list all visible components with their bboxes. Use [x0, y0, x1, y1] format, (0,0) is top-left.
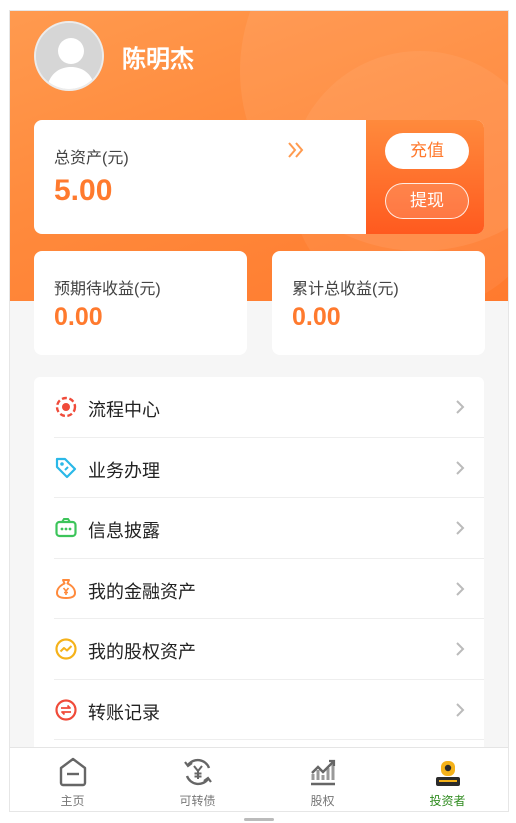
transfer-record-icon	[55, 698, 77, 721]
tab-label: 可转债	[179, 794, 216, 808]
total-assets-value: 5.00	[54, 174, 113, 207]
info-disclosure-icon	[55, 518, 77, 538]
expected-earnings-value: 0.00	[54, 303, 103, 331]
menu-item-equity-assets[interactable]: 我的股权资产	[54, 619, 484, 680]
menu-item-label: 我的股权资产	[88, 642, 196, 662]
chevron-right-icon	[456, 400, 465, 414]
menu-item-label: 转账记录	[88, 702, 160, 723]
menu-item-label: 流程中心	[88, 400, 160, 420]
tab-convertible-bond[interactable]: 可转债	[135, 748, 260, 811]
menu-item-label: 我的金融资产	[88, 581, 196, 602]
withdraw-button[interactable]: 提现	[385, 183, 469, 219]
tab-label: 投资者	[429, 794, 466, 808]
avatar[interactable]	[34, 21, 104, 91]
tab-label: 股权	[310, 794, 335, 808]
tab-equity[interactable]: 股权	[260, 748, 385, 811]
convertible-bond-icon	[183, 758, 212, 786]
equity-chart-icon	[55, 638, 77, 660]
tab-label: 主页	[60, 794, 85, 808]
money-bag-icon	[56, 578, 76, 599]
bottom-tab-bar: 主页 可转债 股权 投资者	[10, 747, 508, 811]
total-assets-card: 总资产(元) 5.00 充值 提现	[34, 120, 484, 234]
user-name: 陈明杰	[122, 46, 194, 73]
chevron-right-icon	[456, 702, 465, 717]
recharge-button[interactable]: 充值	[385, 133, 469, 169]
total-assets-label: 总资产(元)	[54, 150, 129, 167]
menu-item-info-disclosure[interactable]: 信息披露	[54, 498, 484, 559]
investor-icon	[435, 761, 460, 786]
home-indicator	[244, 818, 274, 821]
business-tag-icon	[55, 457, 77, 478]
menu-item-label: 业务办理	[88, 460, 160, 481]
menu-item-financial-assets[interactable]: 我的金融资产	[54, 559, 484, 619]
asset-actions: 充值 提现	[366, 120, 484, 234]
menu-item-transfer-records[interactable]: 转账记录	[54, 680, 484, 740]
menu-item-label: 信息披露	[88, 521, 160, 541]
chevron-right-icon	[456, 521, 465, 535]
chevron-right-icon	[456, 642, 465, 656]
home-icon	[59, 757, 86, 787]
equity-icon	[310, 759, 335, 786]
app-screen: 陈明杰 总资产(元) 5.00 充值 提现 预期待收益(元) 0.00 累计总收…	[9, 10, 509, 812]
menu-item-business[interactable]: 业务办理	[54, 438, 484, 498]
tab-investor[interactable]: 投资者	[385, 748, 508, 811]
user-silhouette-icon	[36, 23, 102, 89]
menu-list: 流程中心 业务办理 信息披露 我的金融资产 我的股权资产 转账记录	[34, 377, 484, 757]
tab-home[interactable]: 主页	[10, 748, 135, 811]
expected-earnings-label: 预期待收益(元)	[54, 281, 161, 298]
expected-earnings-card: 预期待收益(元) 0.00	[34, 251, 247, 355]
process-center-icon	[55, 396, 77, 418]
chevron-right-icon	[456, 460, 465, 475]
menu-item-process-center[interactable]: 流程中心	[54, 377, 484, 438]
double-chevron-right-icon[interactable]	[284, 138, 308, 162]
cumulative-earnings-value: 0.00	[292, 303, 341, 331]
chevron-right-icon	[456, 581, 465, 596]
cumulative-earnings-label: 累计总收益(元)	[292, 281, 399, 298]
cumulative-earnings-card: 累计总收益(元) 0.00	[272, 251, 485, 355]
